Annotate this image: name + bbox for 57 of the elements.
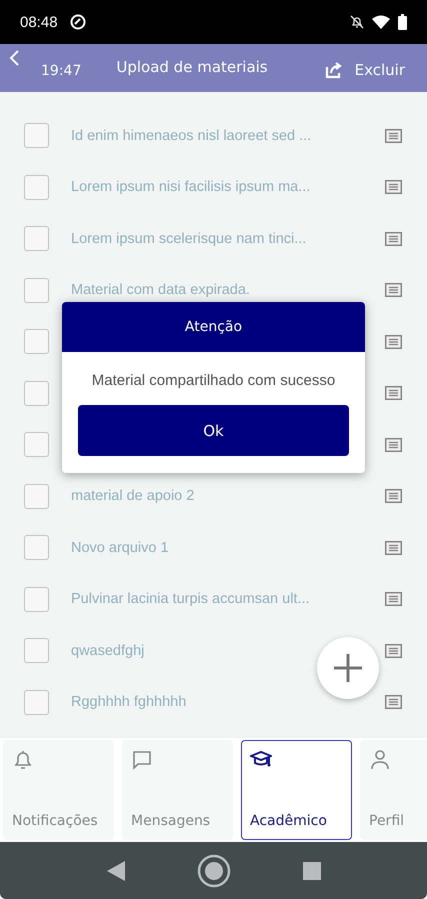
document-icon[interactable] (385, 695, 402, 710)
checkbox[interactable] (24, 638, 49, 664)
material-title[interactable]: Novo arquivo 1 (71, 540, 385, 556)
material-title[interactable]: material de apoio 2 (71, 488, 385, 504)
bell-icon (12, 749, 34, 771)
status-time: 08:48 (20, 14, 58, 30)
tab[interactable]: Mensagens (122, 740, 233, 840)
person-icon (369, 749, 391, 771)
dialog-message: Material compartilhado com sucesso (90, 371, 336, 391)
tab[interactable]: Notificações (3, 740, 114, 840)
add-button[interactable] (317, 637, 379, 699)
back-icon[interactable] (8, 49, 20, 67)
material-title[interactable]: qwasedfghj (71, 642, 385, 659)
ok-button[interactable]: Ok (78, 405, 349, 456)
checkbox[interactable] (24, 432, 49, 458)
document-icon[interactable] (385, 489, 402, 504)
checkbox[interactable] (24, 586, 49, 612)
checkbox[interactable] (24, 380, 49, 406)
tab[interactable]: Acadêmico (241, 740, 352, 840)
recents-icon[interactable] (302, 862, 320, 880)
delete-button[interactable]: Excluir (354, 61, 405, 79)
chat-icon (131, 749, 153, 771)
document-icon[interactable] (385, 438, 402, 452)
battery-icon (398, 14, 407, 30)
document-icon[interactable] (385, 592, 402, 606)
home-icon[interactable] (196, 854, 230, 888)
page-title: Upload de materiais (116, 58, 268, 76)
material-title[interactable]: Lorem ipsum nisi facilisis ipsum ma... (71, 179, 385, 196)
bell-off-icon (350, 15, 364, 29)
back-triangle-icon[interactable] (106, 860, 124, 880)
header-time: 19:47 (41, 63, 82, 79)
document-icon[interactable] (385, 386, 402, 400)
document-icon[interactable] (385, 334, 402, 349)
document-icon[interactable] (385, 540, 402, 555)
document-icon[interactable] (385, 644, 402, 658)
document-icon[interactable] (385, 283, 402, 298)
document-icon[interactable] (385, 128, 402, 143)
material-title[interactable]: Pulvinar lacinia turpis accumsan ult... (71, 591, 385, 608)
checkbox[interactable] (24, 329, 49, 354)
material-title[interactable]: Id enim himenaeos nisl laoreet sed ... (71, 128, 385, 144)
document-icon[interactable] (385, 232, 402, 246)
document-icon[interactable] (385, 180, 402, 194)
share-icon[interactable] (324, 61, 343, 79)
plus-icon (332, 652, 364, 684)
wifi-icon (372, 15, 390, 29)
dialog-title: Atenção (184, 319, 242, 335)
checkbox[interactable] (24, 690, 49, 715)
checkbox[interactable] (24, 174, 49, 200)
material-title[interactable]: Lorem ipsum scelerisque nam tinci... (71, 230, 385, 247)
checkbox[interactable] (24, 535, 49, 560)
checkbox[interactable] (24, 226, 49, 252)
material-title[interactable]: Material com data expirada. (71, 282, 385, 298)
material-title[interactable]: Rgghhhh fghhhhh (71, 694, 385, 710)
checkbox[interactable] (24, 278, 49, 303)
tab[interactable]: Perfil (360, 740, 427, 840)
checkbox[interactable] (24, 484, 49, 509)
checkbox[interactable] (24, 123, 49, 148)
